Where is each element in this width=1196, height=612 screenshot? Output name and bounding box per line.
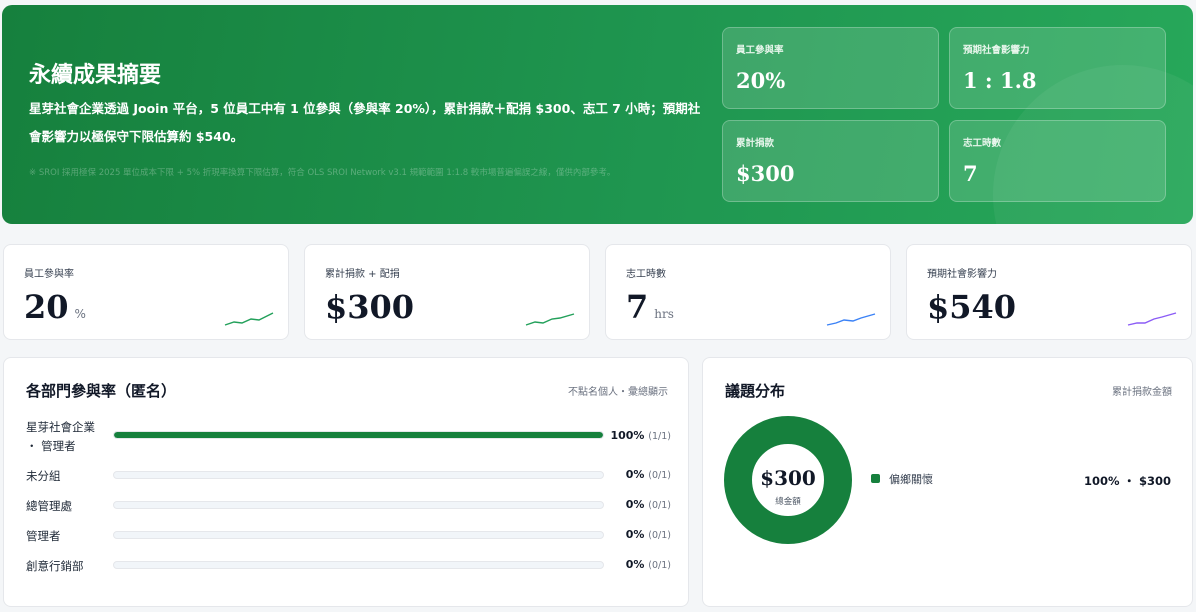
kpi-card-volunteer-hours[interactable]: 志工時數 7 hrs [605, 244, 891, 340]
kpi-card-donations[interactable]: 累計捐款 + 配捐 $300 [304, 244, 590, 340]
hero-card-value: 7 [963, 161, 978, 186]
participation-value: 100% (1/1) [610, 429, 671, 442]
legend-label: 偏鄉關懷 [889, 473, 933, 486]
hero-card-value: $300 [736, 161, 795, 186]
hero-card-label: 志工時數 [963, 138, 1002, 149]
participation-bar [113, 561, 604, 569]
kpi-label: 預期社會影響力 [927, 269, 997, 280]
legend-swatch [871, 474, 880, 483]
department-name: 管理者 [26, 529, 61, 543]
kpi-unit: hrs [654, 307, 674, 321]
participation-value: 0% (0/1) [625, 558, 671, 571]
department-name: 未分組 [26, 469, 61, 483]
sparkline-icon [1127, 312, 1177, 326]
hero-card-label: 員工參與率 [736, 45, 784, 56]
issue-distribution-panel: 議題分布 累計捐款金額 $300 總金額 偏鄉關懷 100% ・ $300 [702, 357, 1193, 607]
department-name: 星芽社會企業 ・ 管理者 [26, 420, 95, 453]
panel-subtitle: 累計捐款金額 [1112, 387, 1172, 398]
department-name: 創意行銷部 [26, 559, 84, 573]
department-participation-panel: 各部門參與率（匿名） 不點名個人・彙總顯示 星芽社會企業 ・ 管理者 100% … [3, 357, 689, 607]
hero-summary: 星芽社會企業透過 Jooin 平台，5 位員工中有 1 位參與（參與率 20%）… [29, 101, 701, 144]
hero-card-value: 20% [736, 68, 786, 93]
impact-summary-hero: 永續成果摘要 星芽社會企業透過 Jooin 平台，5 位員工中有 1 位參與（參… [2, 5, 1193, 224]
sparkline-icon [826, 313, 876, 326]
kpi-label: 累計捐款 + 配捐 [325, 269, 400, 280]
issue-donut-chart: $300 總金額 [724, 416, 852, 544]
kpi-card-social-impact[interactable]: 預期社會影響力 $540 [906, 244, 1192, 340]
department-row: 星芽社會企業 ・ 管理者 100% (1/1) [26, 418, 671, 454]
department-row: 未分組 0% (0/1) [26, 467, 671, 487]
hero-card-volunteer-hours: 志工時數 7 [949, 120, 1166, 202]
panel-title: 議題分布 [725, 382, 786, 400]
department-row: 創意行銷部 0% (0/1) [26, 557, 671, 577]
kpi-value: 20 [24, 288, 69, 326]
participation-value: 0% (0/1) [625, 468, 671, 481]
participation-bar [113, 531, 604, 539]
hero-card-label: 累計捐款 [736, 138, 775, 149]
hero-title: 永續成果摘要 [29, 62, 162, 88]
hero-card-label: 預期社會影響力 [963, 45, 1030, 56]
panel-subtitle: 不點名個人・彙總顯示 [568, 387, 668, 398]
sparkline-icon [224, 312, 274, 326]
panel-title: 各部門參與率（匿名） [26, 382, 177, 400]
hero-card-participation: 員工參與率 20% [722, 27, 939, 109]
department-name: 總管理處 [26, 499, 72, 513]
kpi-value: $300 [325, 288, 415, 326]
participation-value: 0% (0/1) [625, 528, 671, 541]
donut-total-label: 總金額 [775, 496, 801, 507]
legend-value: 100% ・ $300 [1083, 474, 1171, 488]
kpi-label: 志工時數 [626, 269, 666, 280]
kpi-value: $540 [927, 288, 1017, 326]
hero-card-sroi: 預期社會影響力 1 : 1.8 [949, 27, 1166, 109]
hero-card-donations: 累計捐款 $300 [722, 120, 939, 202]
donut-total-value: $300 [760, 466, 816, 490]
participation-bar [113, 501, 604, 509]
hero-card-value: 1 : 1.8 [963, 68, 1037, 93]
participation-bar [113, 471, 604, 479]
participation-value: 0% (0/1) [625, 498, 671, 511]
department-row: 總管理處 0% (0/1) [26, 497, 671, 517]
sparkline-icon [525, 313, 575, 326]
kpi-label: 員工參與率 [24, 269, 74, 280]
kpi-unit: % [74, 307, 86, 321]
participation-bar [113, 431, 604, 439]
department-row: 管理者 0% (0/1) [26, 527, 671, 547]
hero-footnote: ※ SROI 採用極保 2025 單位成本下限 + 5% 折現率換算下限估算，符… [29, 168, 616, 178]
kpi-value: 7 [626, 288, 649, 326]
kpi-card-participation[interactable]: 員工參與率 20 % [3, 244, 289, 340]
